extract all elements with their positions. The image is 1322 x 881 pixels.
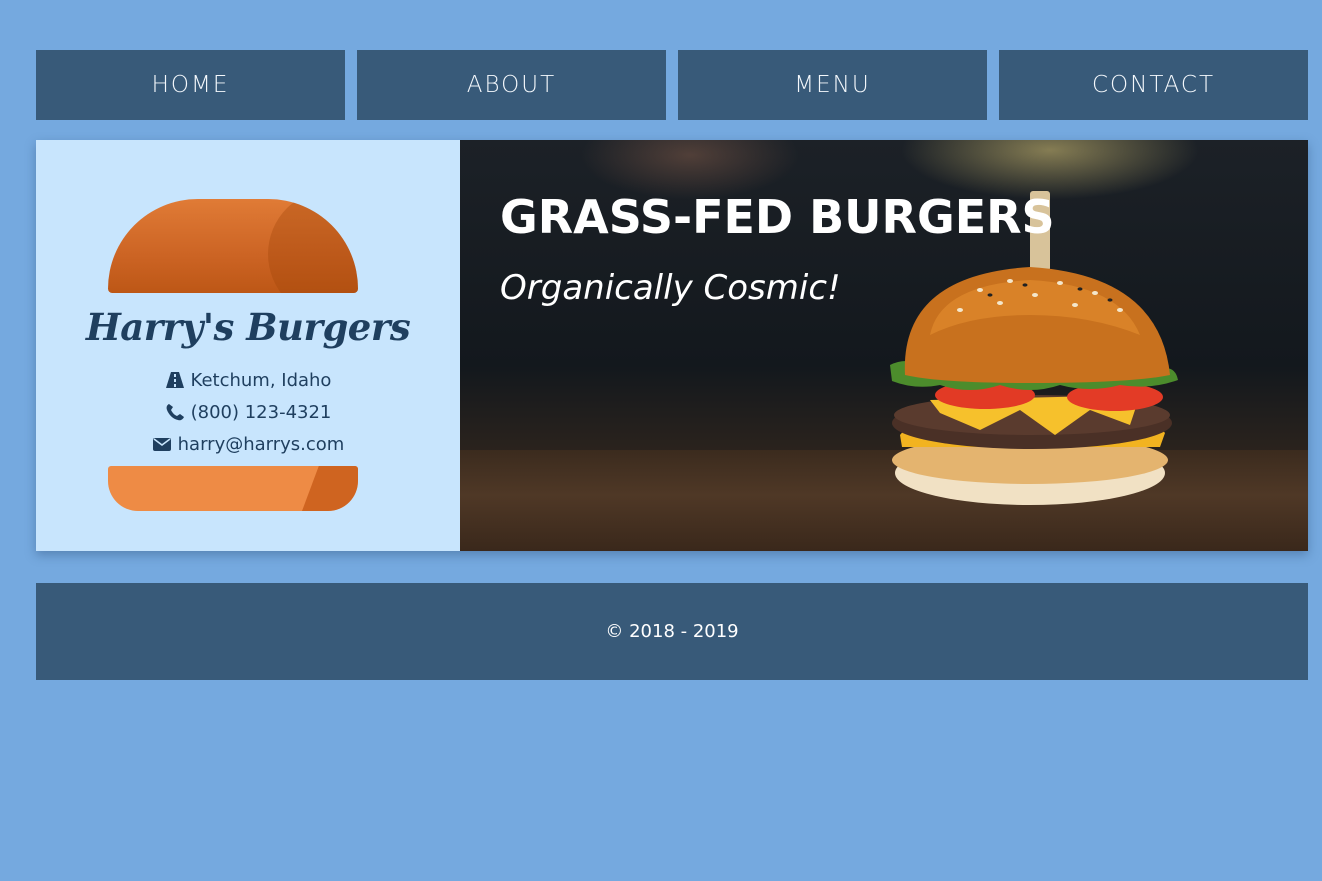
footer: © 2018 - 2019	[36, 583, 1308, 680]
hero-banner: GRASS-FED BURGERS Organically Cosmic!	[460, 140, 1308, 551]
hero-section: Harry's Burgers Ketchum, Idaho (800) 123…	[36, 140, 1308, 551]
copyright-text: © 2018 - 2019	[605, 621, 739, 642]
phone-text[interactable]: (800) 123-4321	[191, 402, 332, 423]
bun-top-graphic	[108, 199, 358, 293]
road-icon	[165, 372, 184, 388]
location-text: Ketchum, Idaho	[190, 369, 332, 391]
nav-menu[interactable]: MENU	[678, 50, 987, 120]
nav-home[interactable]: HOME	[36, 50, 345, 120]
contact-info: Ketchum, Idaho (800) 123-4321 harry@harr…	[36, 364, 460, 460]
banner-title: GRASS-FED BURGERS	[500, 190, 1055, 244]
envelope-icon	[152, 438, 171, 451]
phone-line: (800) 123-4321	[165, 396, 332, 428]
brand-name: Harry's Burgers	[85, 305, 411, 349]
nav-about[interactable]: ABOUT	[357, 50, 666, 120]
email-text[interactable]: harry@harrys.com	[178, 434, 345, 455]
nav-contact[interactable]: CONTACT	[999, 50, 1308, 120]
bun-bottom-graphic	[108, 466, 358, 511]
brand-panel: Harry's Burgers Ketchum, Idaho (800) 123…	[36, 140, 460, 551]
banner-subtitle: Organically Cosmic!	[500, 268, 841, 308]
email-line: harry@harrys.com	[152, 428, 345, 460]
main-nav: HOME ABOUT MENU CONTACT	[36, 50, 1308, 120]
phone-icon	[166, 404, 184, 421]
location-line: Ketchum, Idaho	[165, 364, 332, 396]
